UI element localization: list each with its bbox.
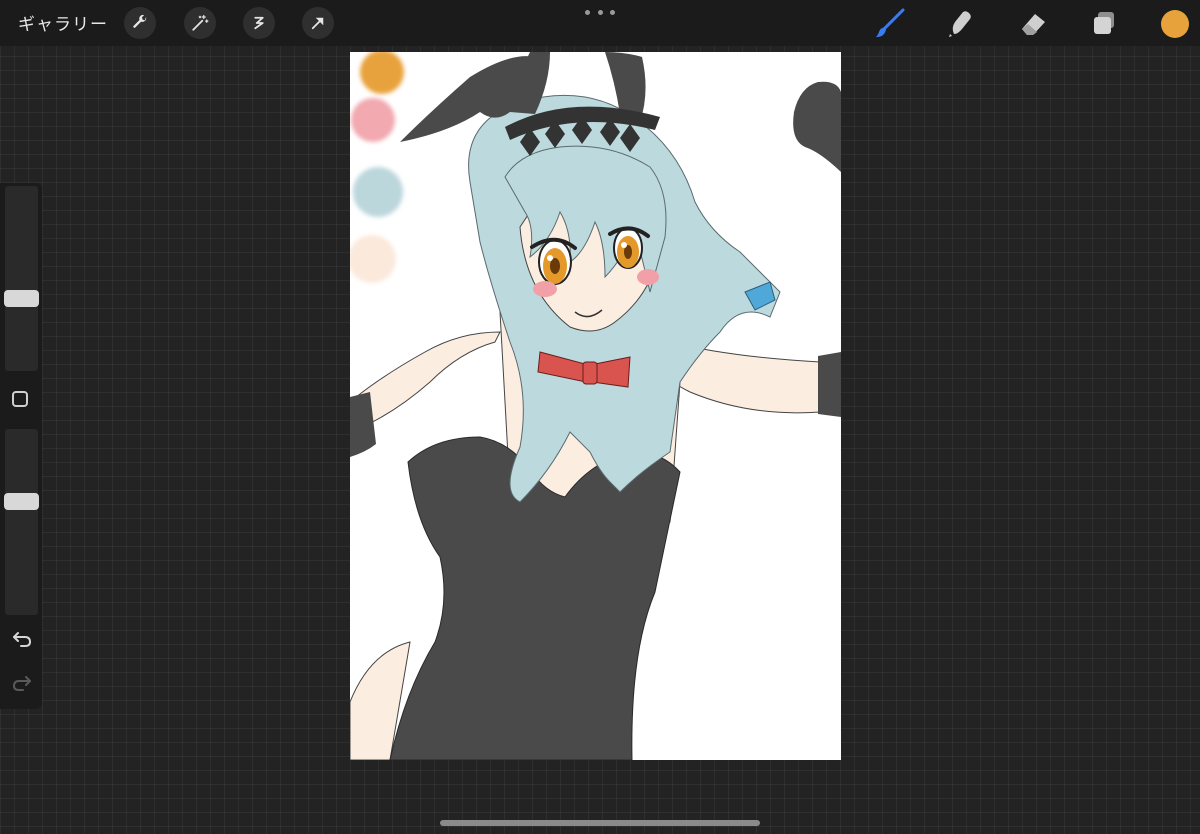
adjustments-button[interactable]: [184, 7, 216, 39]
opacity-slider[interactable]: [5, 429, 38, 615]
wrench-icon: [133, 14, 147, 28]
redo-button[interactable]: [11, 673, 33, 693]
paint-tool-button[interactable]: [873, 6, 907, 40]
eraser-icon: [1022, 14, 1045, 35]
left-sidebar: [0, 183, 42, 709]
layers-button[interactable]: [1087, 6, 1121, 40]
palette-swatch-pink[interactable]: [351, 98, 395, 142]
eyedropper-square-button[interactable]: [12, 391, 28, 407]
undo-icon: [13, 632, 32, 647]
dot: [597, 9, 603, 15]
opacity-handle[interactable]: [4, 493, 39, 511]
blush-left: [533, 281, 557, 297]
magic-wand-icon: [192, 14, 209, 31]
blush-right: [637, 269, 659, 285]
layers-icon: [1094, 12, 1114, 34]
actions-button[interactable]: [124, 7, 156, 39]
brush-size-handle[interactable]: [4, 290, 39, 308]
eraser-tool-button[interactable]: [1016, 6, 1050, 40]
dot: [610, 9, 615, 15]
artwork-illustration: [350, 52, 841, 760]
home-indicator[interactable]: [440, 820, 760, 826]
redo-icon: [12, 676, 31, 691]
selection-icon: [254, 16, 264, 30]
undo-button[interactable]: [11, 629, 33, 649]
current-color-button[interactable]: [1161, 10, 1189, 38]
gallery-button[interactable]: ギャラリー: [18, 10, 108, 35]
dot: [585, 9, 590, 15]
selection-button[interactable]: [243, 7, 275, 39]
palette-swatch-orange[interactable]: [360, 52, 404, 94]
top-toolbar: ギャラリー: [0, 0, 1200, 46]
smudge-icon: [949, 11, 971, 37]
palette-swatch-blue[interactable]: [353, 167, 403, 217]
brush-icon: [876, 8, 905, 37]
palette-swatch-skin[interactable]: [350, 235, 396, 283]
transform-arrow-icon: [311, 17, 324, 30]
drawing-canvas[interactable]: [350, 52, 841, 760]
more-options-dots[interactable]: [585, 6, 615, 18]
transform-button[interactable]: [302, 7, 334, 39]
brush-size-slider[interactable]: [5, 186, 38, 371]
palette-swatches: [350, 52, 404, 283]
smudge-tool-button[interactable]: [944, 6, 978, 40]
